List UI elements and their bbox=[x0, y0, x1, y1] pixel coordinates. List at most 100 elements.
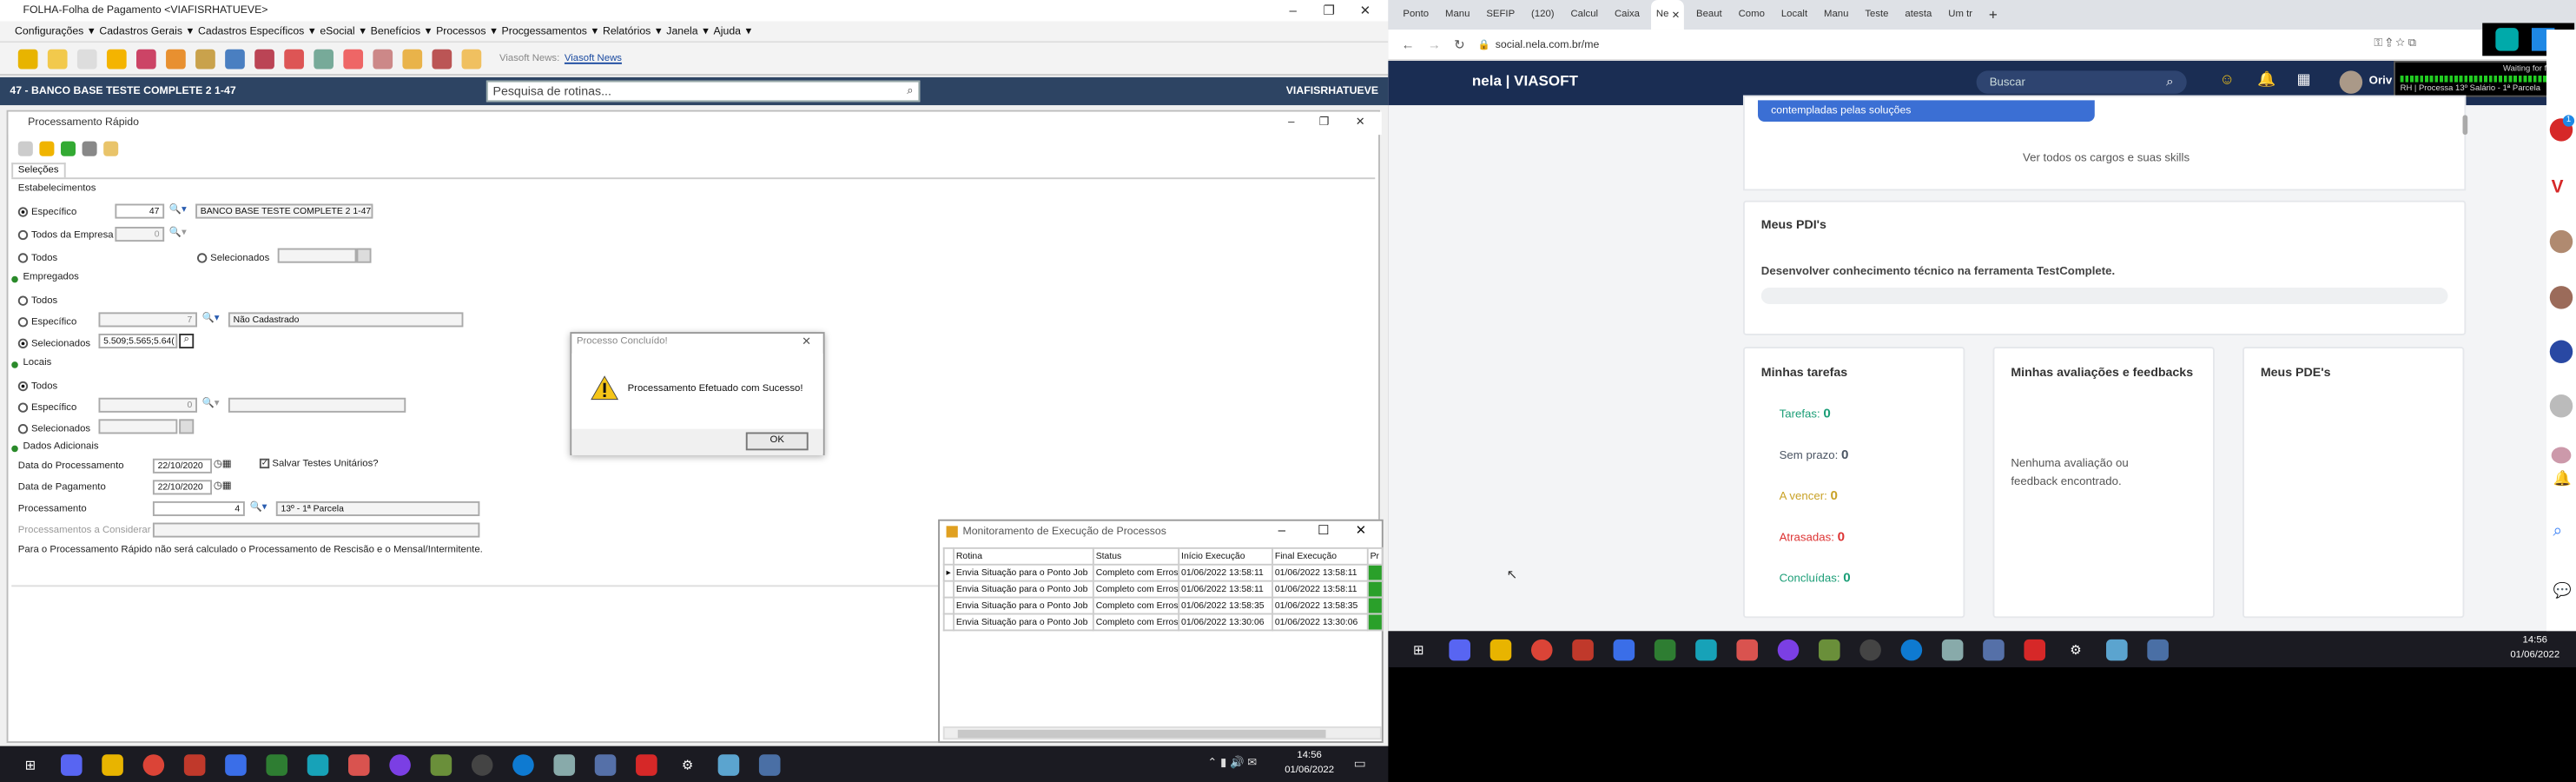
lookup-icon[interactable]: 🔍▾ bbox=[169, 204, 187, 215]
menu-processos[interactable]: Processos bbox=[436, 21, 485, 43]
tool-icon[interactable] bbox=[1613, 638, 1635, 660]
settings-gear-icon[interactable]: ⚙ bbox=[677, 753, 698, 775]
tab-localt[interactable]: Localt bbox=[1776, 0, 1813, 30]
menu-ajuda[interactable]: Ajuda bbox=[714, 21, 741, 43]
emoji-icon[interactable]: ☺ bbox=[2220, 70, 2235, 87]
tab-beaut[interactable]: Beaut bbox=[1691, 0, 1727, 30]
chat-icon[interactable]: 💬 bbox=[2553, 582, 2572, 600]
menu-relatorios[interactable]: Relatórios bbox=[603, 21, 651, 43]
user-name[interactable]: Oriv bbox=[2369, 76, 2393, 87]
tool-icon[interactable] bbox=[225, 753, 247, 775]
discord-icon[interactable] bbox=[60, 753, 83, 775]
browse-icon[interactable]: ⌕ bbox=[179, 333, 195, 349]
data-proc-field[interactable]: 22/10/2020 bbox=[152, 458, 213, 474]
report-icon[interactable] bbox=[225, 48, 245, 69]
estab-selected-field[interactable] bbox=[277, 248, 357, 263]
edge-icon[interactable] bbox=[512, 753, 534, 775]
a-vencer-stat[interactable]: A vencer: 0 bbox=[1780, 488, 1838, 503]
lock-icon[interactable]: 🔒 bbox=[1478, 38, 1490, 50]
discord-icon[interactable] bbox=[1449, 638, 1470, 660]
coin-icon[interactable] bbox=[402, 48, 423, 69]
person-icon[interactable] bbox=[284, 48, 304, 69]
calendar-icon[interactable]: ◷▦ bbox=[214, 459, 240, 474]
viasoft-icon[interactable] bbox=[2024, 638, 2046, 660]
recorder-icon[interactable] bbox=[1736, 638, 1759, 660]
settings-icon[interactable] bbox=[373, 48, 393, 69]
search-icon[interactable]: ⌕ bbox=[907, 83, 913, 103]
avatar[interactable] bbox=[2339, 70, 2363, 94]
help-icon[interactable] bbox=[461, 48, 482, 69]
col-rotina[interactable]: Rotina bbox=[953, 547, 1094, 566]
dialog-close-icon[interactable]: ✕ bbox=[802, 335, 811, 348]
page-scrollbar[interactable] bbox=[2462, 115, 2468, 136]
clock-app-icon[interactable] bbox=[471, 753, 493, 775]
radio-emp-selecionados[interactable]: Selecionados bbox=[17, 338, 90, 349]
search-icon[interactable]: ⌕ bbox=[2166, 74, 2173, 90]
horizontal-scrollbar[interactable] bbox=[942, 726, 1382, 740]
col-status[interactable]: Status bbox=[1092, 547, 1180, 566]
taskbar-clock[interactable]: 14:56 01/06/2022 bbox=[1285, 750, 1334, 779]
menu-cadastros-gerais[interactable]: Cadastros Gerais bbox=[99, 21, 182, 43]
vivaldi-icon[interactable] bbox=[183, 753, 206, 775]
notepad-icon[interactable] bbox=[430, 753, 452, 775]
tools-icon[interactable] bbox=[432, 48, 452, 69]
contact-avatar[interactable] bbox=[2549, 229, 2573, 254]
radio-locais-todos[interactable]: Todos bbox=[17, 381, 57, 392]
maximize-icon[interactable]: ❐ bbox=[1311, 0, 1347, 22]
files-icon[interactable] bbox=[2106, 638, 2128, 660]
table-row[interactable]: Envia Situação para o Ponto Job Completo … bbox=[942, 580, 1384, 599]
vivaldi-icon[interactable] bbox=[1572, 638, 1594, 660]
emp-selected-field[interactable]: 5.509;5.565;5.64( bbox=[98, 333, 178, 349]
tab-caixa[interactable]: Caixa bbox=[1609, 0, 1644, 30]
github-icon[interactable] bbox=[389, 753, 411, 775]
concluidas-stat[interactable]: Concluídas: 0 bbox=[1780, 570, 1851, 585]
back-icon[interactable]: ← bbox=[1402, 37, 1415, 52]
url-field[interactable]: social.nela.com.br/me bbox=[1496, 38, 1600, 50]
menu-janela[interactable]: Janela bbox=[666, 21, 697, 43]
folha-app-icon[interactable] bbox=[2147, 638, 2169, 660]
minimize-icon[interactable]: – bbox=[1275, 0, 1311, 22]
note-icon[interactable] bbox=[106, 48, 127, 69]
browser-actions-icon[interactable]: ⚿ ⇪ ☆ ⧉ bbox=[2374, 38, 2416, 51]
star-icon[interactable] bbox=[47, 48, 68, 69]
arrows-icon[interactable] bbox=[314, 48, 334, 69]
tab-youtube[interactable]: (120) bbox=[1526, 0, 1559, 30]
menu-cadastros-especificos[interactable]: Cadastros Específicos bbox=[198, 21, 304, 43]
child-restore-icon[interactable]: ❐ bbox=[1306, 112, 1343, 134]
table-row[interactable]: ▸ Envia Situação para o Ponto Job Completo… bbox=[942, 563, 1384, 582]
files-icon[interactable] bbox=[717, 753, 740, 775]
contact-avatar[interactable] bbox=[2549, 340, 2573, 364]
new-tab-icon[interactable]: + bbox=[1984, 0, 2002, 30]
bell-outline-icon[interactable]: 🔔 bbox=[2553, 470, 2572, 488]
server-icon[interactable] bbox=[594, 753, 617, 775]
clock-app-icon[interactable] bbox=[1859, 638, 1881, 660]
start-icon[interactable]: ⊞ bbox=[1408, 639, 1430, 660]
lookup-icon[interactable]: 🔍▾ bbox=[202, 312, 220, 323]
contact-avatar[interactable] bbox=[2549, 286, 2573, 309]
chrome-icon[interactable] bbox=[142, 753, 165, 775]
stop-icon[interactable] bbox=[82, 140, 97, 156]
col-final[interactable]: Final Execução bbox=[1271, 547, 1369, 566]
monitor-close-icon[interactable]: ✕ bbox=[1356, 523, 1367, 538]
col-inicio[interactable]: Início Execução bbox=[1178, 547, 1273, 566]
news-link[interactable]: Viasoft News bbox=[565, 53, 622, 63]
radio-emp-especifico[interactable]: Específico bbox=[17, 317, 76, 328]
menu-procgessamentos[interactable]: Procgessamentos bbox=[502, 21, 587, 43]
nela-search-input[interactable]: Buscar ⌕ bbox=[1976, 70, 2187, 94]
menu-beneficios[interactable]: Benefícios bbox=[371, 21, 420, 43]
recorder-icon[interactable] bbox=[348, 753, 370, 775]
start-icon[interactable]: ⊞ bbox=[20, 753, 42, 775]
sem-prazo-stat[interactable]: Sem prazo: 0 bbox=[1780, 447, 1849, 462]
salvar-testes-checkbox[interactable]: ✓ Salvar Testes Unitários? bbox=[259, 458, 379, 469]
tab-selecoes[interactable]: Seleções bbox=[11, 162, 66, 178]
calendar-icon[interactable]: ◷▦ bbox=[214, 480, 240, 494]
tarefas-stat[interactable]: Tarefas: 0 bbox=[1780, 406, 1831, 421]
browse-icon[interactable] bbox=[179, 419, 195, 434]
viasoft-icon[interactable] bbox=[636, 753, 657, 775]
lookup-icon[interactable]: 🔍▾ bbox=[250, 501, 268, 513]
monitor-minimize-icon[interactable]: – bbox=[1278, 523, 1285, 538]
table-row[interactable]: Envia Situação para o Ponto Job Completo … bbox=[942, 613, 1384, 632]
gear-icon[interactable] bbox=[343, 48, 364, 69]
radio-estab-todos[interactable]: Todos bbox=[17, 253, 57, 264]
taskbar-clock[interactable]: 14:56 01/06/2022 bbox=[2510, 634, 2559, 664]
